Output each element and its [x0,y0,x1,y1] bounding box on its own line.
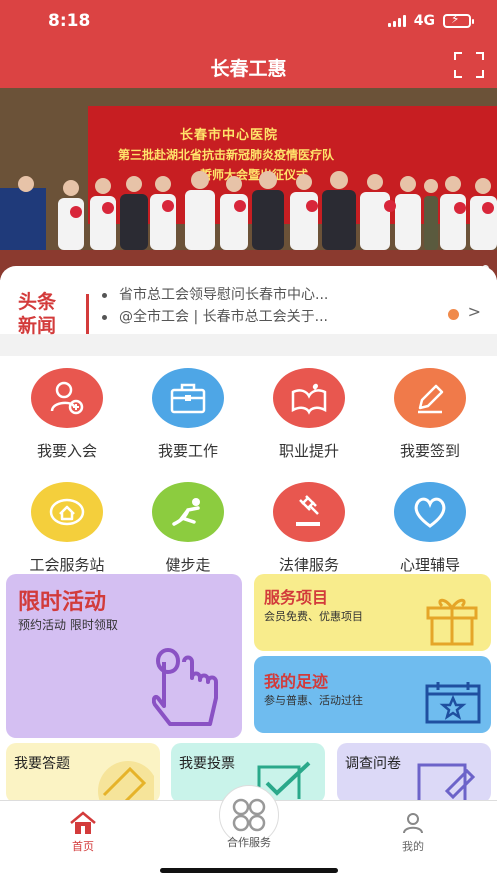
news-indicator-dot [448,309,459,320]
tab-coop-label[interactable]: 合作服务 [199,834,299,850]
news-item-1[interactable]: 省市总工会领导慰问长春市中心... [102,284,328,304]
card-title: 调查问卷 [345,756,401,772]
card-subtitle: 参与普惠、活动过往 [264,694,363,707]
card-subtitle: 预约活动 限时领取 [18,618,118,632]
news-more-arrow[interactable]: > [468,302,481,321]
runner-icon [152,482,224,542]
news-item-2[interactable]: @全市工会 | 长春市总工会关于... [102,306,328,326]
tab-home-label: 首页 [72,840,94,853]
network-label: 4G [413,13,435,29]
grid-label: 职业提升 [278,442,339,460]
card-quiz[interactable]: 我要答题 [6,743,160,803]
grid-label: 工会服务站 [29,556,105,574]
card-title: 限时活动 [18,590,107,615]
card-survey[interactable]: 调查问卷 [337,743,491,803]
eraser-icon [98,761,154,801]
scan-icon [454,52,484,78]
grid-item-join[interactable]: 我要入会 [7,368,127,461]
house-icon [31,482,103,542]
status-time: 8:18 [48,11,91,31]
grid-item-legal[interactable]: 法律服务 [249,482,369,575]
survey-pen-icon [417,763,476,801]
scan-button[interactable] [453,51,485,79]
grid-label: 我要入会 [36,442,97,460]
signal-icon [387,15,406,27]
calendar-star-icon [425,682,481,724]
grid-label: 心理辅导 [399,556,460,574]
clover-icon [232,798,266,832]
tab-mine-label: 我的 [402,840,424,853]
nav-bar: 长春工惠 [0,44,497,88]
card-title: 我要答题 [14,756,70,772]
grid-label: 我要签到 [399,442,460,460]
card-limited-activity[interactable]: 限时活动 预约活动 限时领取 [6,574,242,738]
tab-home[interactable]: 首页 [33,811,133,854]
grid-item-counseling[interactable]: 心理辅导 [370,482,490,575]
gavel-icon [273,482,345,542]
card-title: 我的足迹 [264,672,329,691]
gift-icon [426,598,478,646]
battery-icon: ⚡ [443,12,474,28]
news-badge: 头条 新闻 [18,291,57,337]
tab-mine[interactable]: 我的 [363,811,463,854]
grid-label: 法律服务 [278,556,339,574]
grid-item-career[interactable]: 职业提升 [249,368,369,461]
card-my-footprint[interactable]: 我的足迹 参与普惠、活动过往 [254,656,491,733]
grid-item-station[interactable]: 工会服务站 [7,482,127,575]
card-title: 我要投票 [179,756,235,772]
tap-hand-icon [152,647,218,726]
briefcase-icon [152,368,224,428]
status-bar: 8:18 4G ⚡ [0,0,497,44]
home-icon [70,811,96,834]
banner-photo-people [0,171,497,280]
book-heart-icon [273,368,345,428]
user-icon [403,813,423,834]
card-title: 服务项目 [264,588,329,607]
grid-label: 我要工作 [157,442,218,460]
card-subtitle: 会员免费、优惠项目 [264,610,363,623]
heart-icon [394,482,466,542]
function-grid: 我要入会 我要工作 职业提升 我要签到 工会服务站 健步走 法律服务 心理辅导 [0,356,497,574]
grid-item-work[interactable]: 我要工作 [128,368,248,461]
pencil-icon [394,368,466,428]
grid-label: 健步走 [165,556,211,574]
feature-cards: 限时活动 预约活动 限时领取 服务项目 会员免费、优惠项目 我的足迹 参与普惠、… [0,574,497,803]
news-divider [86,294,89,334]
grid-item-checkin[interactable]: 我要签到 [370,368,490,461]
grid-item-walk[interactable]: 健步走 [128,482,248,575]
headline-news[interactable]: 头条 新闻 省市总工会领导慰问长春市中心... @全市工会 | 长春市总工会关于… [0,266,497,337]
home-indicator [160,868,338,873]
status-indicators: 4G ⚡ [387,12,474,29]
page-title: 长春工惠 [210,58,287,80]
banner-carousel[interactable]: 长春市中心医院 第三批赴湖北省抗击新冠肺炎疫情医疗队 誓师大会暨出征仪式 [0,88,497,280]
card-service-items[interactable]: 服务项目 会员免费、优惠项目 [254,574,491,651]
add-member-icon [31,368,103,428]
